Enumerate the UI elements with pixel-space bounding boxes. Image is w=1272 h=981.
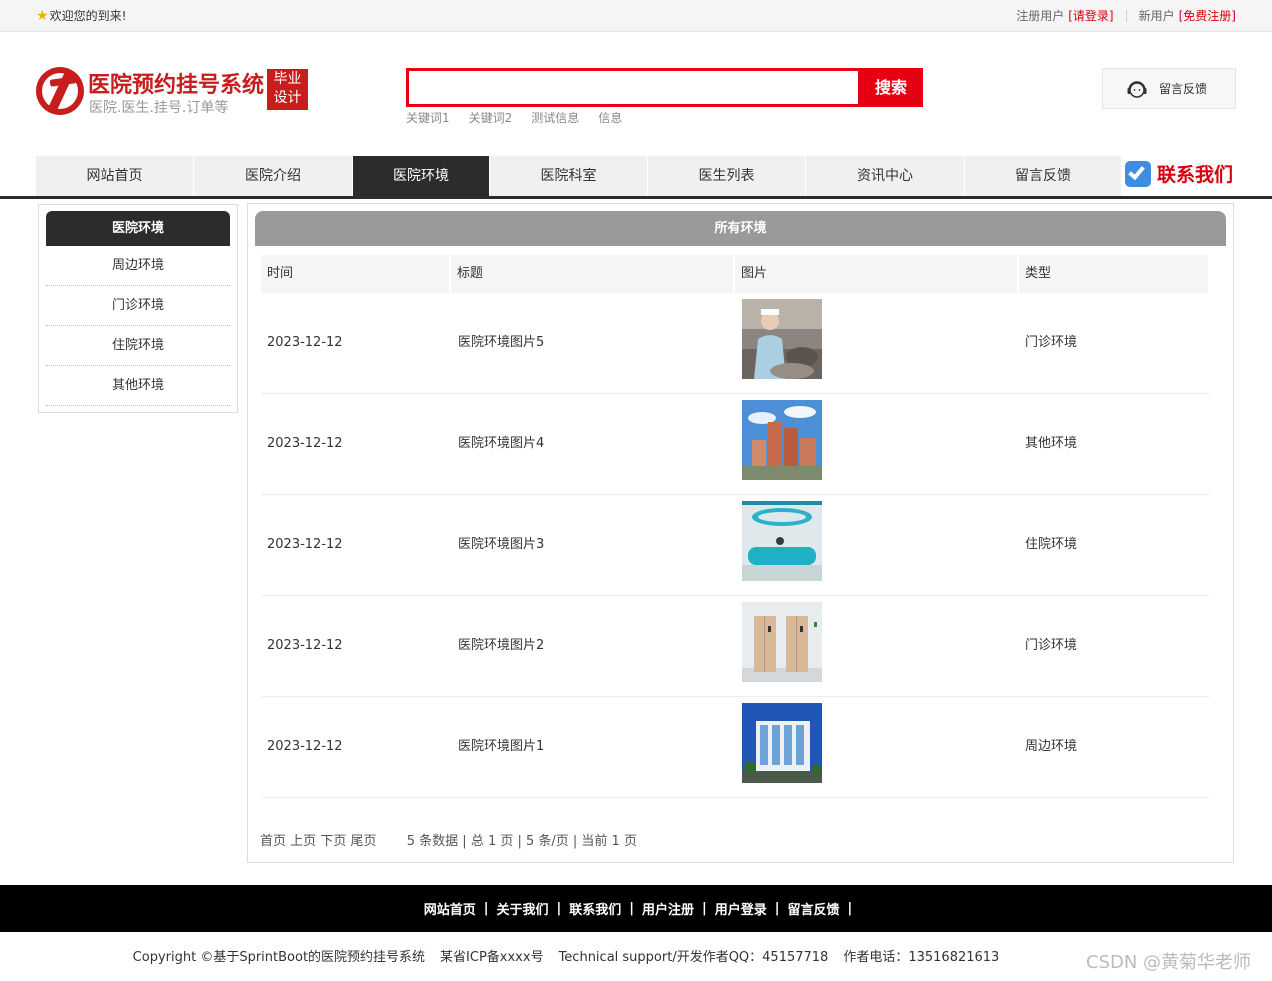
- phone-text: 作者电话：13516821613: [843, 950, 1000, 965]
- sidebar-item-inpatient[interactable]: 住院环境: [46, 326, 230, 366]
- reception-desk-photo[interactable]: [742, 501, 822, 581]
- site-subtitle: 医院.医生.挂号.订单等: [89, 100, 229, 116]
- row-title[interactable]: 医院环境图片3: [458, 495, 544, 595]
- row-title[interactable]: 医院环境图片5: [458, 293, 544, 393]
- contact-label: 联系我们: [1157, 164, 1234, 186]
- support-text: Technical support/开发作者QQ：45157718: [558, 950, 829, 965]
- nav-item-news[interactable]: 资讯中心: [806, 156, 965, 196]
- footer-link-about[interactable]: 关于我们: [490, 899, 554, 918]
- graduation-badge: 毕业 设计: [267, 69, 308, 110]
- row-time: 2023-12-12: [267, 436, 343, 451]
- search-button[interactable]: 搜索: [859, 68, 923, 107]
- icp-text: 某省ICP备xxxx号: [440, 950, 544, 965]
- logo-icon[interactable]: [36, 67, 84, 115]
- badge-line2: 设计: [273, 90, 302, 106]
- row-type: 门诊环境: [1025, 638, 1078, 653]
- hotword-link[interactable]: 测试信息: [531, 109, 579, 126]
- hotword-link[interactable]: 关键词2: [469, 109, 513, 126]
- check-icon: [1125, 160, 1151, 187]
- prev-page-link[interactable]: 上页: [290, 834, 316, 849]
- feedback-button[interactable]: 留言反馈: [1102, 68, 1236, 109]
- sidebar-item-outpatient[interactable]: 门诊环境: [46, 286, 230, 326]
- table-row[interactable]: 2023-12-12 医院环境图片1 周边环境: [261, 697, 1210, 798]
- main-panel: 所有环境 时间 标题 图片 类型 2023-12-12 医院环境图片5 门诊环境…: [247, 203, 1234, 863]
- search-input[interactable]: [406, 68, 861, 107]
- nurse-photo[interactable]: [742, 299, 822, 379]
- hotword-link[interactable]: 关键词1: [406, 109, 450, 126]
- row-type: 其他环境: [1025, 436, 1078, 451]
- hotword-link[interactable]: 信息: [598, 109, 622, 126]
- table-row[interactable]: 2023-12-12 医院环境图片3 住院环境: [261, 495, 1210, 596]
- welcome-text: 欢迎您的到来!: [49, 9, 127, 23]
- sidebar-item-surroundings[interactable]: 周边环境: [46, 246, 230, 286]
- new-user-label: 新用户: [1138, 9, 1175, 23]
- last-page-link[interactable]: 尾页: [350, 834, 376, 849]
- main-nav: 网站首页 医院介绍 医院环境 医院科室 医生列表 资讯中心 留言反馈: [36, 156, 1122, 196]
- nav-item-departments[interactable]: 医院科室: [490, 156, 648, 196]
- nav-item-feedback[interactable]: 留言反馈: [965, 156, 1122, 196]
- footer-links: 网站首页 | 关于我们 | 联系我们 | 用户注册 | 用户登录 | 留言反馈 |: [0, 885, 1272, 932]
- table-header: 时间 标题 图片 类型: [261, 255, 1210, 293]
- account-links: 注册用户 [请登录] 新用户 [免费注册]: [1016, 7, 1236, 24]
- row-time: 2023-12-12: [267, 638, 343, 653]
- panel-title: 所有环境: [255, 211, 1226, 246]
- site-title[interactable]: 医院预约挂号系统: [88, 67, 264, 99]
- row-type: 住院环境: [1025, 537, 1078, 552]
- login-link[interactable]: [请登录]: [1068, 7, 1113, 24]
- footer-link-feedback[interactable]: 留言反馈: [782, 899, 846, 918]
- row-type: 周边环境: [1025, 739, 1078, 754]
- register-user-label: 注册用户: [1016, 9, 1065, 23]
- nav-item-doctors[interactable]: 医生列表: [648, 156, 806, 196]
- star-icon: ★: [36, 7, 49, 24]
- column-header-title: 标题: [451, 255, 733, 293]
- hospital-building-photo[interactable]: [742, 400, 822, 480]
- top-bar: ★ 欢迎您的到来! 注册用户 [请登录] 新用户 [免费注册]: [0, 0, 1272, 32]
- footer-link-register[interactable]: 用户注册: [636, 899, 700, 918]
- signup-link[interactable]: [免费注册]: [1179, 7, 1236, 24]
- table-row[interactable]: 2023-12-12 医院环境图片2 门诊环境: [261, 596, 1210, 697]
- row-time: 2023-12-12: [267, 537, 343, 552]
- watermark: CSDN @黄菊华老师: [1086, 952, 1252, 973]
- elevator-doors-photo[interactable]: [742, 602, 822, 682]
- sidebar: 医院环境 周边环境 门诊环境 住院环境 其他环境: [38, 204, 238, 413]
- contact-us-link[interactable]: 联系我们: [1125, 160, 1233, 187]
- welcome-message: ★ 欢迎您的到来!: [36, 7, 126, 24]
- column-header-time: 时间: [261, 255, 449, 293]
- row-title[interactable]: 医院环境图片4: [458, 394, 544, 494]
- sidebar-title: 医院环境: [46, 211, 230, 246]
- sidebar-item-other[interactable]: 其他环境: [46, 366, 230, 406]
- footer-link-contact[interactable]: 联系我们: [563, 899, 627, 918]
- pagination: 首页 上页 下页 尾页 5 条数据 | 总 1 页 | 5 条/页 | 当前 1…: [260, 830, 637, 849]
- nav-item-intro[interactable]: 医院介绍: [194, 156, 353, 196]
- nav-underline: [0, 196, 1272, 199]
- hot-keywords: 关键词1 关键词2 测试信息 信息: [406, 109, 622, 126]
- headset-icon: [1127, 80, 1147, 98]
- copyright-info: Copyright ©基于SprintBoot的医院预约挂号系统 某省ICP备x…: [0, 946, 1272, 965]
- divider: [1125, 9, 1127, 22]
- row-type: 门诊环境: [1025, 335, 1078, 350]
- row-title[interactable]: 医院环境图片2: [458, 596, 544, 696]
- nav-item-environment[interactable]: 医院环境: [353, 156, 490, 196]
- next-page-link[interactable]: 下页: [320, 834, 346, 849]
- column-header-image: 图片: [735, 255, 1017, 293]
- row-time: 2023-12-12: [267, 335, 343, 350]
- footer-link-login[interactable]: 用户登录: [709, 899, 773, 918]
- badge-line1: 毕业: [273, 71, 302, 87]
- column-header-type: 类型: [1019, 255, 1208, 293]
- first-page-link[interactable]: 首页: [260, 834, 286, 849]
- row-title[interactable]: 医院环境图片1: [458, 697, 544, 797]
- nav-item-home[interactable]: 网站首页: [36, 156, 194, 196]
- footer-link-home[interactable]: 网站首页: [418, 899, 482, 918]
- table-row[interactable]: 2023-12-12 医院环境图片4 其他环境: [261, 394, 1210, 495]
- copyright-text: Copyright ©基于SprintBoot的医院预约挂号系统: [132, 950, 426, 965]
- row-time: 2023-12-12: [267, 739, 343, 754]
- table-row[interactable]: 2023-12-12 医院环境图片5 门诊环境: [261, 293, 1210, 394]
- building-exterior-photo[interactable]: [742, 703, 822, 783]
- feedback-label: 留言反馈: [1159, 82, 1208, 96]
- pager-summary: 5 条数据 | 总 1 页 | 5 条/页 | 当前 1 页: [406, 834, 637, 849]
